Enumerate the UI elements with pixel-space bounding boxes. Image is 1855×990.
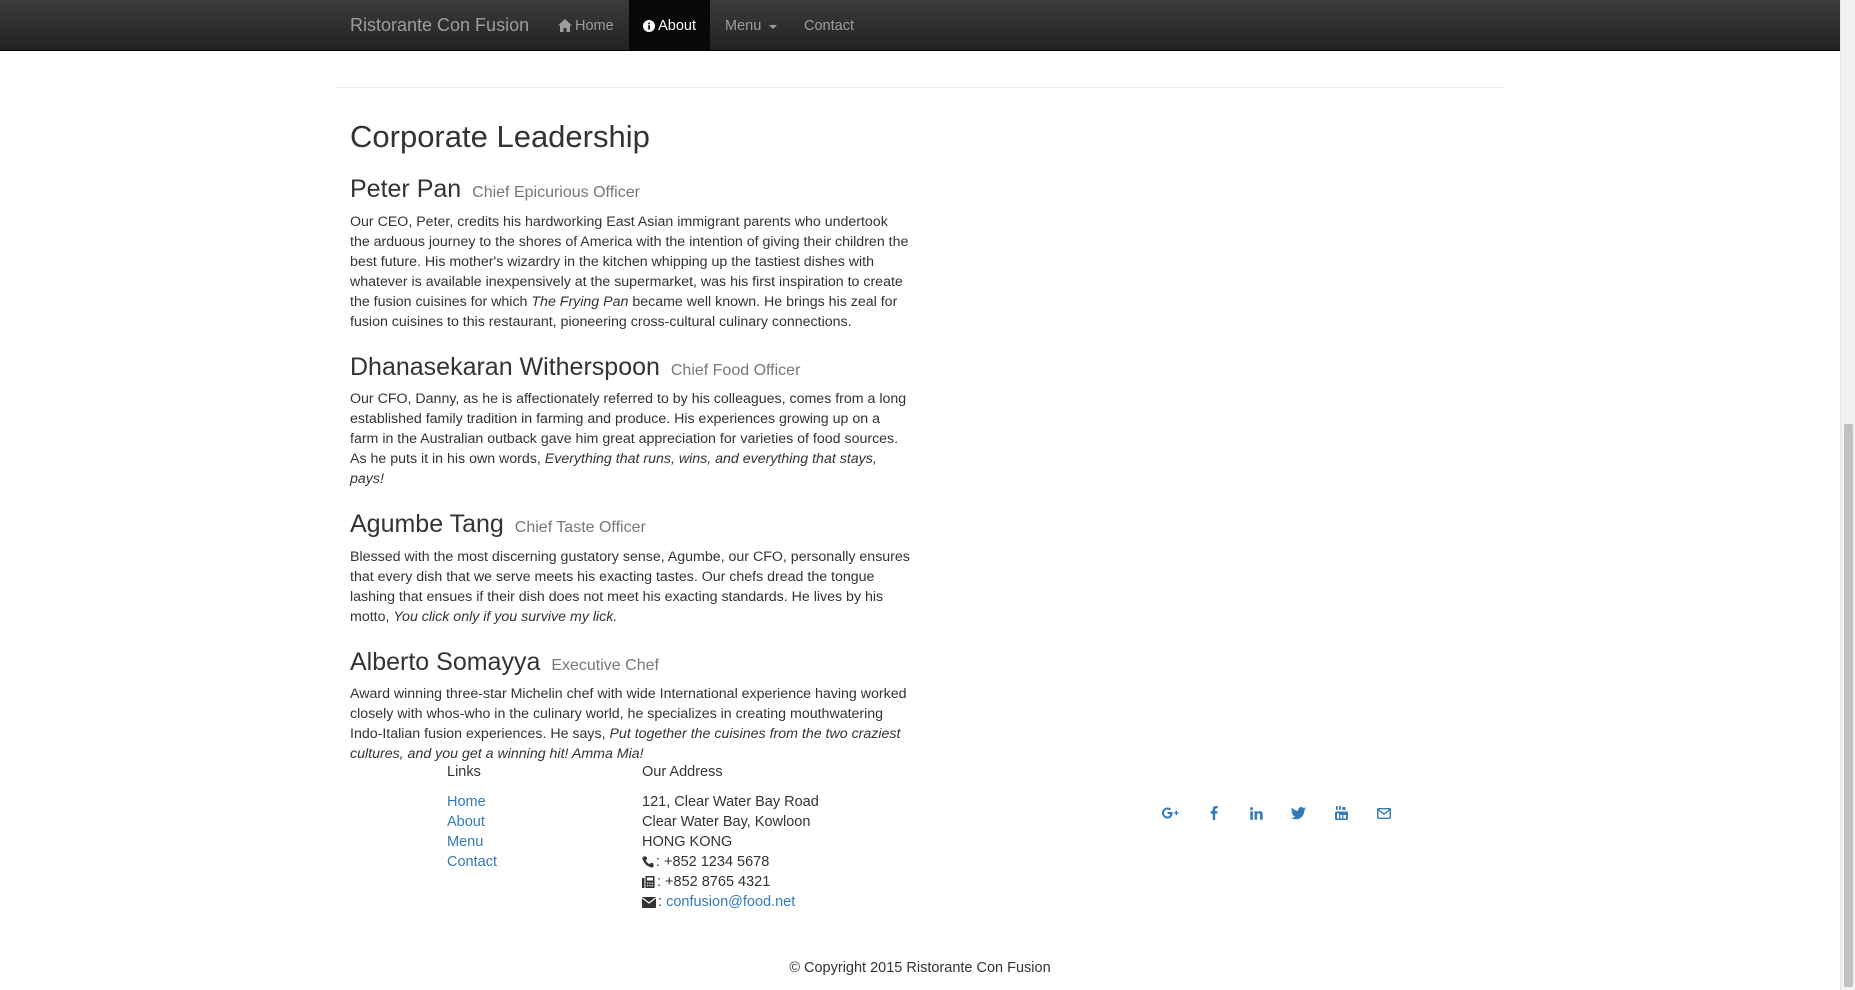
nav-item-menu-dropdown[interactable]: Menu (711, 0, 791, 51)
leader-bio: Blessed with the most discerning gustato… (350, 547, 910, 627)
phone-icon (642, 856, 654, 868)
nav-item-label: Contact (804, 17, 854, 34)
fax-number: : +852 8765 4321 (657, 874, 771, 890)
caret-down-icon (769, 24, 778, 29)
copyright-text: © Copyright 2015 Ristorante Con Fusion (789, 960, 1051, 976)
scrollbar-thumb[interactable] (1844, 424, 1853, 987)
leader-heading: Agumbe Tang Chief Taste Officer (350, 510, 910, 539)
social-icons (1150, 801, 1405, 825)
facebook-icon[interactable] (1193, 801, 1236, 825)
nav-item-label: Menu (725, 17, 762, 34)
vertical-scrollbar[interactable] (1840, 0, 1855, 990)
twitter-icon[interactable] (1278, 801, 1321, 825)
leader-name: Agumbe Tang (350, 510, 504, 539)
envelope-icon (642, 896, 656, 908)
email-line: : confusion@food.net (642, 892, 942, 912)
nav-item-contact[interactable]: Contact (790, 0, 868, 51)
bio-emphasis: The Frying Pan (531, 293, 629, 310)
address-line: HONG KONG (642, 834, 733, 850)
footer-links-heading: Links (447, 764, 481, 780)
footer-link-menu[interactable]: Menu (447, 834, 483, 850)
leader-bio: Award winning three-star Michelin chef w… (350, 684, 910, 764)
leader-card: Agumbe Tang Chief Taste Officer Blessed … (350, 510, 910, 627)
info-circle-icon (643, 19, 656, 32)
footer-address: Our Address 121, Clear Water Bay Road Cl… (642, 762, 942, 912)
leader-bio: Our CFO, Danny, as he is affectionately … (350, 389, 910, 489)
footer-links: Links Home About Menu Contact (447, 762, 607, 872)
fax-icon (642, 876, 655, 888)
leader-heading: Alberto Somayya Executive Chef (350, 647, 910, 677)
footer-link-home[interactable]: Home (447, 794, 486, 810)
nav-item-home[interactable]: Home (544, 0, 628, 51)
leader-bio: Our CEO, Peter, credits his hardworking … (350, 212, 910, 332)
divider (335, 87, 1505, 88)
leader-name: Dhanasekaran Witherspoon (350, 352, 660, 381)
envelope-icon[interactable] (1363, 801, 1406, 825)
leader-card: Dhanasekaran Witherspoon Chief Food Offi… (350, 352, 910, 490)
nav-item-about[interactable]: About (629, 0, 710, 51)
leader-role: Executive Chef (551, 656, 659, 674)
linkedin-icon[interactable] (1235, 801, 1278, 825)
page-title: Corporate Leadership (350, 119, 650, 154)
footer-link-about[interactable]: About (447, 814, 485, 830)
leader-card: Alberto Somayya Executive Chef Award win… (350, 647, 910, 765)
phone-line: : +852 1234 5678 (642, 852, 942, 872)
leader-role: Chief Taste Officer (514, 519, 646, 537)
navbar-brand[interactable]: Ristorante Con Fusion (350, 0, 529, 51)
email-link[interactable]: confusion@food.net (666, 892, 795, 912)
email-prefix: : (658, 894, 667, 910)
leader-heading: Peter Pan Chief Epicurious Officer (350, 175, 910, 204)
leader-role: Chief Epicurious Officer (472, 184, 640, 202)
leader-heading: Dhanasekaran Witherspoon Chief Food Offi… (350, 352, 910, 382)
leader-name: Alberto Somayya (350, 647, 541, 676)
fax-line: : +852 8765 4321 (642, 872, 942, 892)
top-navbar: Ristorante Con Fusion Home About Menu Co… (0, 0, 1840, 51)
nav-item-label: About (658, 17, 696, 34)
address-line: 121, Clear Water Bay Road (642, 794, 819, 810)
leader-role: Chief Food Officer (670, 361, 801, 379)
youtube-icon[interactable] (1320, 801, 1363, 825)
nav-item-label: Home (575, 17, 614, 34)
address-line: Clear Water Bay, Kowloon (642, 814, 811, 830)
leader-name: Peter Pan (350, 175, 462, 204)
home-icon (558, 19, 572, 32)
footer-address-heading: Our Address (642, 764, 723, 780)
footer-link-contact[interactable]: Contact (447, 854, 497, 870)
bio-emphasis: You click only if you survive my lick. (393, 608, 618, 625)
phone-number: : +852 1234 5678 (656, 854, 770, 870)
leadership-section: Corporate Leadership Peter Pan Chief Epi… (350, 119, 910, 786)
leader-card: Peter Pan Chief Epicurious Officer Our C… (350, 175, 910, 332)
footer-links-list: Home About Menu Contact (447, 792, 607, 872)
google-plus-icon[interactable] (1150, 801, 1193, 825)
